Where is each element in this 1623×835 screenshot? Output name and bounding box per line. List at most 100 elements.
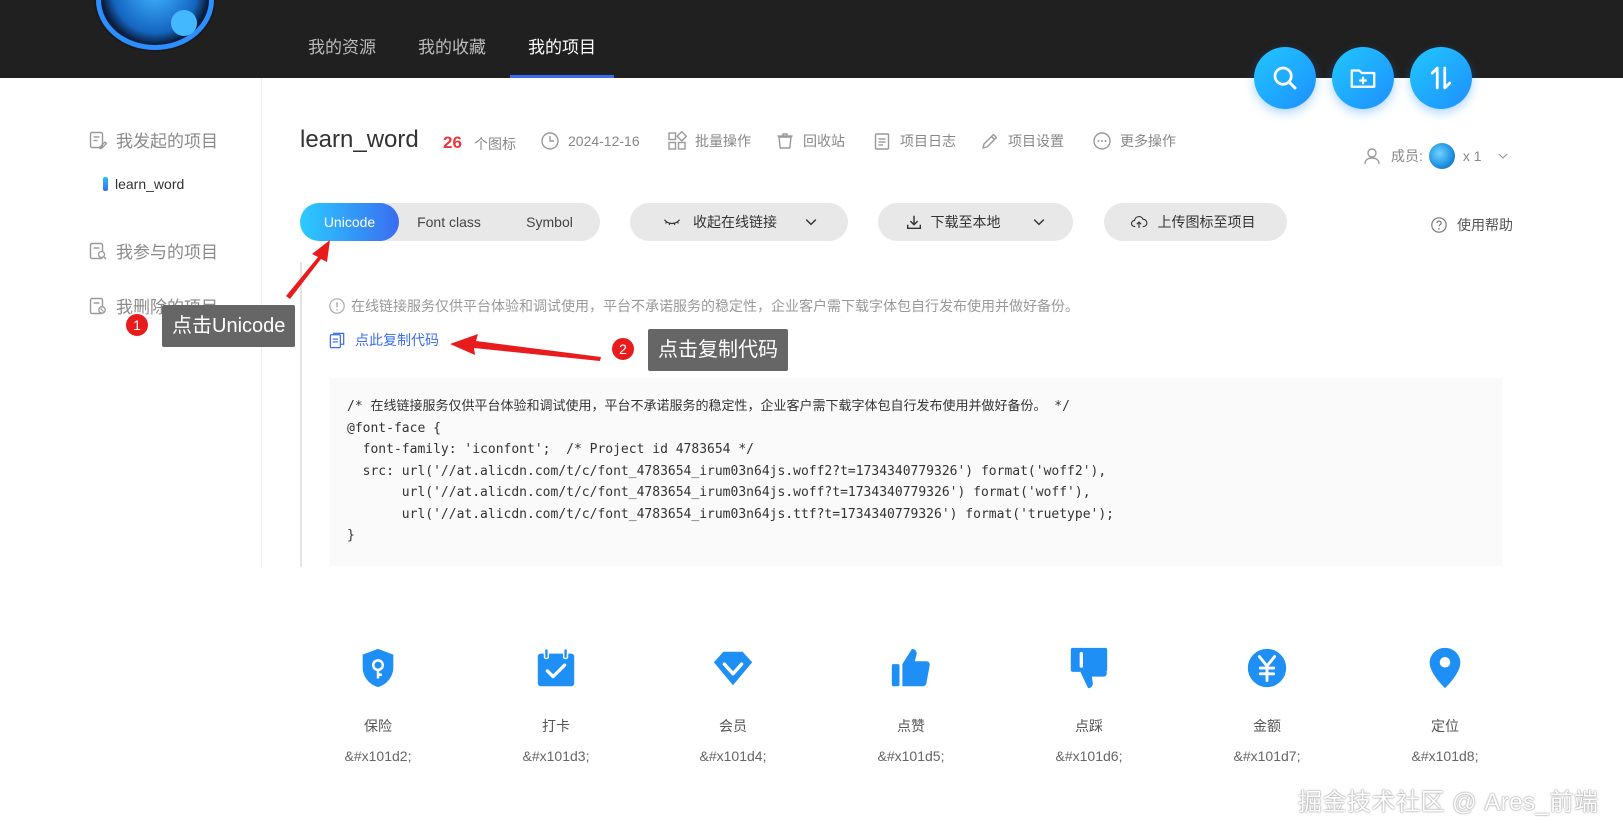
clipboard-icon <box>874 133 890 150</box>
trash-icon <box>777 133 793 149</box>
active-indicator <box>103 177 108 191</box>
icon-card-yen[interactable]: 金额 &#x101d7; <box>1202 645 1332 764</box>
icon-card-check-in[interactable]: 打卡 &#x101d3; <box>491 645 621 764</box>
icon-card-thumbs-up[interactable]: 点赞 &#x101d5; <box>846 645 976 764</box>
sidebar-item-learn-word[interactable]: learn_word <box>103 176 184 192</box>
icon-name: 点踩 <box>1075 718 1103 734</box>
thumbs-up-icon <box>891 648 930 687</box>
clock-icon <box>541 132 559 150</box>
code-block[interactable]: /* 在线链接服务仅供平台体验和调试使用，平台不承诺服务的稳定性，企业客户需下载… <box>330 378 1502 566</box>
grid-icon <box>668 131 687 150</box>
search-button[interactable] <box>1254 47 1316 109</box>
tab-font-class[interactable]: Font class <box>399 203 499 241</box>
icon-code: &#x101d8; <box>1411 748 1479 764</box>
member-avatar <box>1428 143 1455 169</box>
step-tip-1: 点击Unicode <box>162 305 296 347</box>
help-label: 使用帮助 <box>1457 217 1513 233</box>
icon-name: 会员 <box>719 718 747 734</box>
icon-name: 点赞 <box>897 718 925 734</box>
icon-count-unit: 个图标 <box>474 136 516 152</box>
user-icon <box>1364 148 1380 165</box>
icon-name: 定位 <box>1431 718 1459 734</box>
nav-my-favorites[interactable]: 我的收藏 <box>400 0 504 78</box>
copy-icon <box>329 332 345 348</box>
icon-code: &#x101d5; <box>877 748 945 764</box>
icon-name: 打卡 <box>542 718 570 734</box>
main-nav: 我的资源 我的收藏 我的项目 <box>290 0 620 78</box>
yen-icon <box>1247 648 1287 688</box>
more-operations-label: 更多操作 <box>1120 133 1176 149</box>
download-local-button[interactable]: 下载至本地 <box>878 203 1073 241</box>
download-local-label: 下载至本地 <box>930 214 1001 230</box>
project-settings-button[interactable]: 项目设置 <box>980 131 1064 151</box>
eye-closed-icon <box>664 219 680 226</box>
nav-my-resources[interactable]: 我的资源 <box>290 0 394 78</box>
add-folder-button[interactable] <box>1332 47 1394 109</box>
document-search-icon <box>89 242 107 259</box>
project-title: learn_word <box>300 126 419 153</box>
batch-operation-button[interactable]: 批量操作 <box>667 131 751 151</box>
thumbs-down-icon <box>1070 647 1108 689</box>
sidebar-label-learn-word: learn_word <box>115 176 185 192</box>
arrow-to-copy-link <box>450 334 601 361</box>
icon-card-insurance[interactable]: 保险 &#x101d2; <box>313 645 443 764</box>
chevron-down-icon <box>1497 153 1508 159</box>
icon-card-location[interactable]: 定位 &#x101d8; <box>1380 645 1510 764</box>
upload-icons-button[interactable]: 上传图标至项目 <box>1104 203 1287 241</box>
members-label: 成员: <box>1391 148 1423 164</box>
collapse-online-link-button[interactable]: 收起在线链接 <box>630 203 848 241</box>
code-text: /* 在线链接服务仅供平台体验和调试使用，平台不承诺服务的稳定性，企业客户需下载… <box>347 399 1115 543</box>
members-dropdown[interactable]: 成员: x 1 <box>1363 143 1510 169</box>
icon-code: &#x101d4; <box>699 748 767 764</box>
tab-symbol[interactable]: Symbol <box>499 203 600 241</box>
more-icon <box>1093 132 1111 150</box>
icon-code: &#x101d7; <box>1233 748 1301 764</box>
sort-button[interactable] <box>1410 47 1472 109</box>
icon-count: 26 <box>443 133 462 152</box>
location-icon <box>1429 647 1461 689</box>
nav-my-projects[interactable]: 我的项目 <box>510 0 614 78</box>
search-icon <box>1273 66 1297 90</box>
batch-operation-label: 批量操作 <box>695 133 751 149</box>
copy-code-link[interactable]: 点此复制代码 <box>328 330 439 350</box>
watermark: 掘金技术社区 @ Ares_前端 <box>1298 789 1599 816</box>
project-log-button[interactable]: 项目日志 <box>872 131 956 151</box>
sidebar-item-joined[interactable]: 我参与的项目 <box>88 238 218 263</box>
sidebar-label-initiated: 我发起的项目 <box>116 132 218 151</box>
members-count: x 1 <box>1462 148 1482 164</box>
chevron-down-icon <box>1033 219 1044 226</box>
help-button[interactable]: 使用帮助 <box>1430 215 1513 235</box>
tab-unicode[interactable]: Unicode <box>300 203 399 241</box>
arrow-to-unicode <box>286 240 330 299</box>
folder-plus-icon <box>1350 69 1376 88</box>
user-avatar-logo[interactable] <box>96 0 214 50</box>
sidebar-label-joined: 我参与的项目 <box>116 243 218 262</box>
copy-code-label: 点此复制代码 <box>355 332 439 348</box>
upload-icons-label: 上传图标至项目 <box>1157 214 1256 230</box>
insurance-icon <box>362 648 394 688</box>
download-icon <box>906 215 921 230</box>
icon-code: &#x101d3; <box>522 748 590 764</box>
sidebar-item-initiated[interactable]: 我发起的项目 <box>88 127 218 152</box>
project-date-text: 2024-12-16 <box>568 133 640 149</box>
step-badge-2: 2 <box>610 336 636 362</box>
online-link-notice: 在线链接服务仅供平台体验和调试使用，平台不承诺服务的稳定性，企业客户需下载字体包… <box>328 296 1079 316</box>
member-icon <box>713 651 753 686</box>
collapse-online-link-label: 收起在线链接 <box>693 214 777 230</box>
icon-name: 金额 <box>1253 718 1281 734</box>
icon-card-thumbs-down[interactable]: 点踩 &#x101d6; <box>1024 645 1154 764</box>
step-badge-1: 1 <box>124 312 150 338</box>
info-icon <box>329 298 345 314</box>
check-in-icon <box>537 648 575 687</box>
icon-card-member[interactable]: 会员 &#x101d4; <box>668 645 798 764</box>
question-icon <box>1431 217 1447 233</box>
more-operations-button[interactable]: 更多操作 <box>1092 131 1176 151</box>
icon-name: 保险 <box>364 718 392 734</box>
chevron-down-icon <box>805 219 817 226</box>
recycle-bin-button[interactable]: 回收站 <box>775 131 845 151</box>
cloud-upload-icon <box>1130 216 1147 228</box>
recycle-bin-label: 回收站 <box>803 133 845 149</box>
online-link-notice-text: 在线链接服务仅供平台体验和调试使用，平台不承诺服务的稳定性，企业客户需下载字体包… <box>351 298 1079 314</box>
format-tabs: Unicode Font class Symbol <box>300 203 600 241</box>
document-edit-icon <box>89 131 108 149</box>
